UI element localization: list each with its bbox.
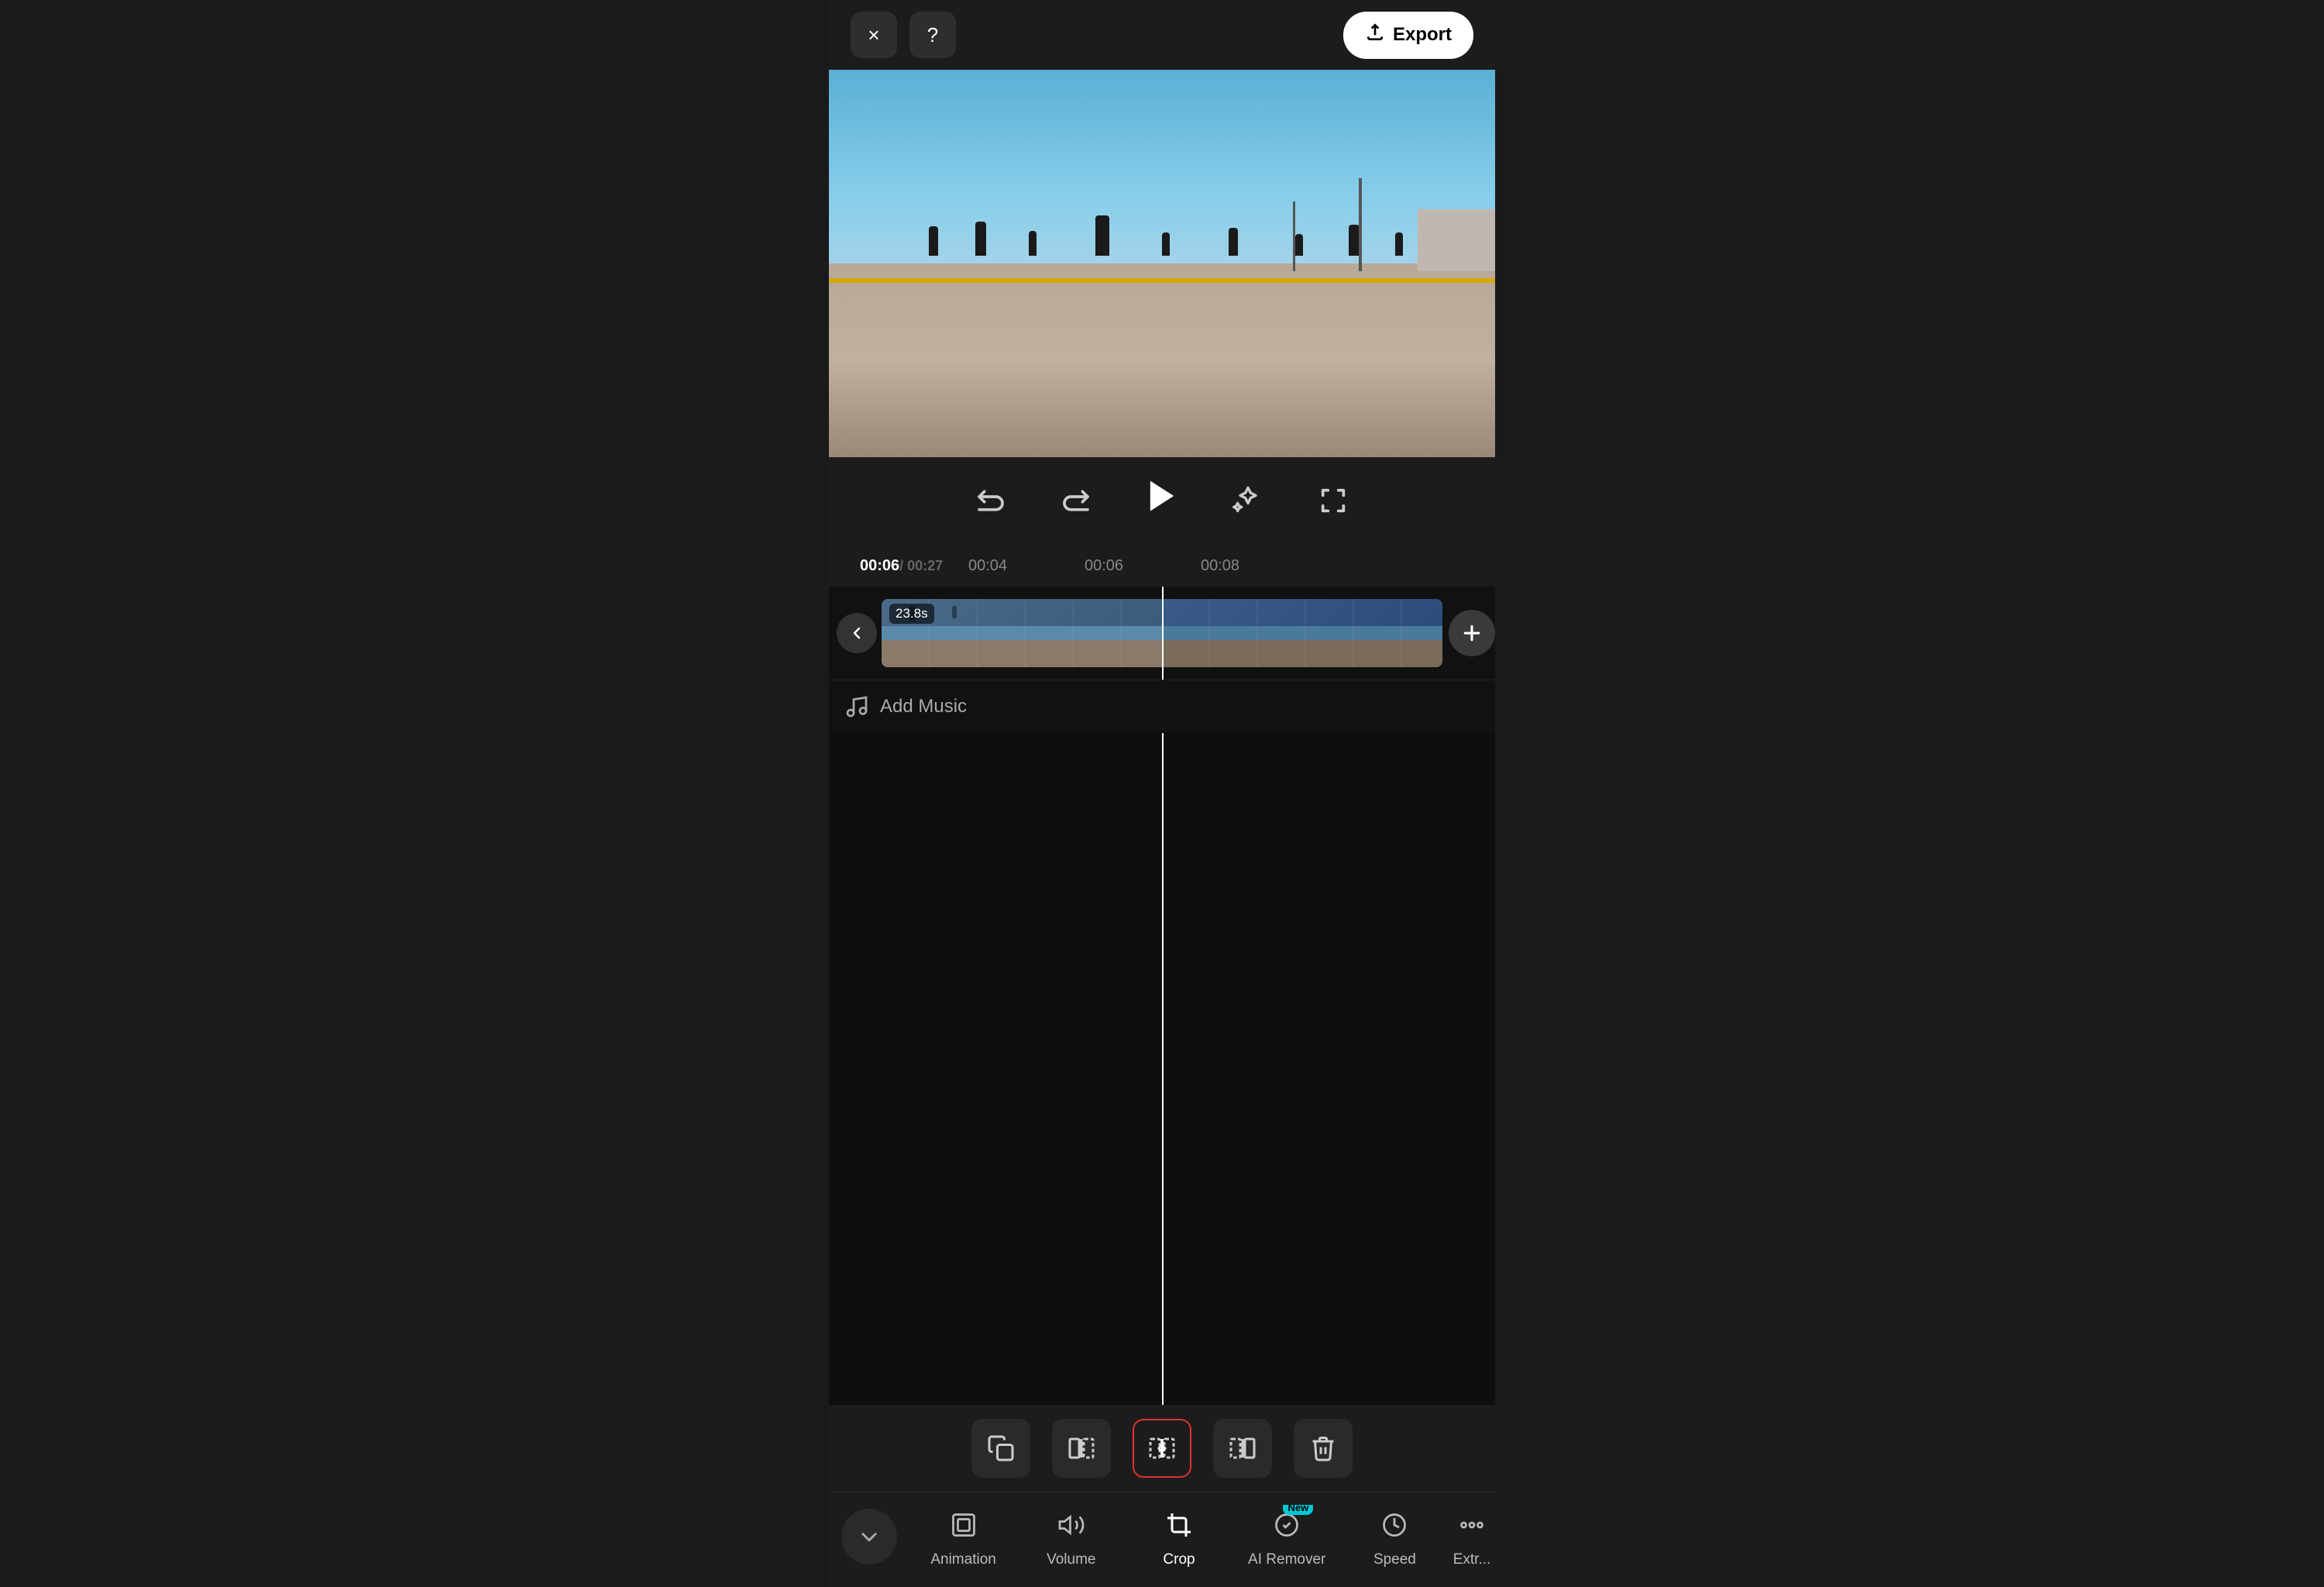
top-bar-left: × ? xyxy=(851,12,956,58)
person-silhouette xyxy=(1229,228,1238,256)
person-silhouette xyxy=(1029,231,1037,256)
export-label: Export xyxy=(1393,24,1452,46)
edit-toolbar xyxy=(829,1405,1495,1492)
timeline-ruler: 00:06/ 00:27 00:04 00:06 00:08 xyxy=(829,540,1495,574)
tab-extra[interactable]: Extr... xyxy=(1449,1505,1495,1568)
clip-thumbnail-right xyxy=(1162,599,1442,667)
crop-icon xyxy=(1159,1505,1199,1545)
lamp-post xyxy=(1359,178,1362,271)
ground-bg xyxy=(829,263,1495,457)
animation-icon xyxy=(944,1505,984,1545)
playhead-extension xyxy=(1162,733,1164,1405)
bottom-tabs: Animation Volume xyxy=(829,1492,1495,1587)
split-tool-button[interactable] xyxy=(1133,1419,1191,1478)
magic-button[interactable] xyxy=(1229,481,1267,520)
extra-icon xyxy=(1452,1505,1492,1545)
phone-container: × ? Export xyxy=(829,0,1495,1587)
ai-remover-icon: New xyxy=(1267,1505,1307,1545)
crop-label: Crop xyxy=(1163,1551,1195,1568)
animation-label: Animation xyxy=(930,1551,996,1568)
help-button[interactable]: ? xyxy=(909,12,956,58)
split-right-tool-button[interactable] xyxy=(1213,1419,1272,1478)
redo-button[interactable] xyxy=(1057,481,1095,520)
ai-remover-label: AI Remover xyxy=(1248,1551,1325,1568)
close-button[interactable]: × xyxy=(851,12,897,58)
copy-tool-button[interactable] xyxy=(971,1419,1030,1478)
tab-crop[interactable]: Crop xyxy=(1125,1505,1232,1568)
video-scene xyxy=(829,70,1495,457)
tab-volume[interactable]: Volume xyxy=(1017,1505,1125,1568)
undo-button[interactable] xyxy=(971,481,1010,520)
volume-label: Volume xyxy=(1047,1551,1095,1568)
timeline-track: 23.8s xyxy=(829,587,1495,680)
collapse-button[interactable] xyxy=(841,1509,897,1565)
yellow-line xyxy=(829,278,1495,283)
time-marker-3: 00:08 xyxy=(1201,557,1239,574)
tab-animation[interactable]: Animation xyxy=(909,1505,1017,1568)
tab-ai-remover[interactable]: New AI Remover xyxy=(1233,1505,1341,1568)
tab-speed[interactable]: Speed xyxy=(1341,1505,1449,1568)
person-silhouette xyxy=(1295,234,1303,256)
split-left-tool-button[interactable] xyxy=(1052,1419,1111,1478)
video-preview xyxy=(829,70,1495,457)
play-button[interactable] xyxy=(1142,476,1182,525)
top-bar: × ? Export xyxy=(829,0,1495,70)
volume-icon xyxy=(1051,1505,1092,1545)
building xyxy=(1418,209,1495,271)
extra-label: Extr... xyxy=(1453,1551,1491,1568)
tab-items: Animation Volume xyxy=(909,1505,1495,1568)
timeline-back-arrow[interactable] xyxy=(837,613,877,653)
clip-duration: 23.8s xyxy=(889,604,934,624)
playback-controls xyxy=(829,476,1495,525)
person-silhouette-main xyxy=(1095,215,1109,256)
speed-icon xyxy=(1374,1505,1415,1545)
lamp-post xyxy=(1293,201,1295,271)
controls-area: 00:06/ 00:27 00:04 00:06 00:08 xyxy=(829,457,1495,587)
add-clip-button[interactable] xyxy=(1449,610,1495,656)
person-silhouette xyxy=(1349,225,1360,256)
person-silhouette xyxy=(1162,232,1170,256)
speed-label: Speed xyxy=(1373,1551,1416,1568)
person-silhouette xyxy=(1395,232,1403,256)
person-silhouette xyxy=(975,222,986,256)
export-icon xyxy=(1365,22,1385,48)
new-badge: New xyxy=(1283,1505,1313,1515)
fullscreen-button[interactable] xyxy=(1314,481,1353,520)
time-marker-1: 00:04 xyxy=(968,557,1007,574)
time-marker-2: 00:06 xyxy=(1085,557,1123,574)
add-music-label: Add Music xyxy=(880,696,967,718)
export-button[interactable]: Export xyxy=(1343,12,1473,59)
person-silhouette xyxy=(929,226,938,256)
timeline-spacer xyxy=(829,733,1495,1405)
delete-tool-button[interactable] xyxy=(1294,1419,1353,1478)
timeline-area: 23.8s xyxy=(829,587,1495,733)
add-music-row[interactable]: Add Music xyxy=(829,680,1495,733)
current-time: 00:06/ 00:27 xyxy=(860,557,943,574)
playhead-line xyxy=(1162,587,1164,680)
